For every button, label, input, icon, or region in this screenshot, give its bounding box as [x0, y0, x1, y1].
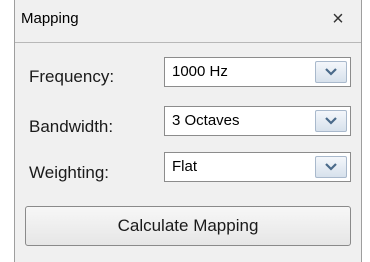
frequency-value: 1000 Hz	[172, 63, 228, 80]
frequency-dropdown-button[interactable]	[315, 61, 347, 83]
mapping-panel: Mapping × Frequency: 1000 Hz Bandwidth: …	[14, 0, 362, 262]
panel-titlebar: Mapping ×	[15, 0, 361, 43]
bandwidth-dropdown[interactable]: 3 Octaves	[164, 106, 351, 136]
weighting-dropdown-button[interactable]	[315, 156, 347, 178]
chevron-down-icon	[325, 117, 337, 125]
bandwidth-label: Bandwidth:	[29, 117, 114, 136]
frequency-label: Frequency:	[29, 67, 115, 86]
bandwidth-value: 3 Octaves	[172, 112, 240, 129]
chevron-down-icon	[325, 68, 337, 76]
weighting-value: Flat	[172, 158, 198, 175]
calculate-mapping-button[interactable]: Calculate Mapping	[25, 206, 351, 246]
bandwidth-dropdown-button[interactable]	[315, 110, 347, 132]
weighting-label: Weighting:	[29, 163, 110, 182]
frequency-dropdown[interactable]: 1000 Hz	[164, 57, 351, 87]
close-icon[interactable]: ×	[327, 8, 349, 30]
chevron-down-icon	[325, 163, 337, 171]
panel-title: Mapping	[21, 10, 79, 27]
weighting-dropdown[interactable]: Flat	[164, 152, 351, 182]
